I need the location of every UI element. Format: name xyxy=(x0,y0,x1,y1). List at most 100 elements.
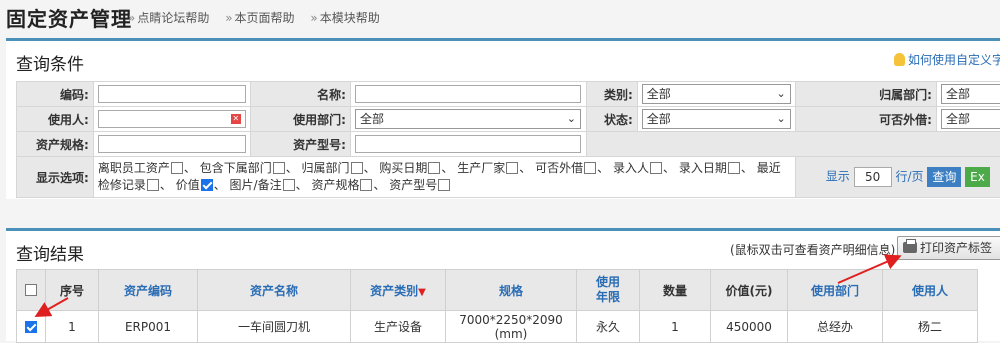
spec-input[interactable] xyxy=(97,135,246,153)
option-4[interactable]: 生产厂家、 xyxy=(457,161,531,175)
user-input[interactable]: ✕ xyxy=(97,110,246,128)
option-checkbox[interactable] xyxy=(428,162,441,174)
name-label: 名称: xyxy=(249,81,351,107)
query-panel-title: 查询条件 xyxy=(16,55,84,75)
export-button[interactable]: Ex xyxy=(965,167,990,187)
name-input[interactable] xyxy=(354,85,581,103)
option-10[interactable]: 图片/备注、 xyxy=(230,178,308,192)
lightbulb-icon xyxy=(894,53,905,66)
option-9[interactable]: 价值、 xyxy=(176,178,226,192)
cell-category: 生产设备 xyxy=(350,310,446,343)
code-input[interactable] xyxy=(97,85,246,103)
option-7[interactable]: 录入日期、 xyxy=(679,161,753,175)
page-size-input[interactable]: 50 xyxy=(853,167,892,187)
option-checkbox[interactable] xyxy=(650,162,662,174)
col-years[interactable]: 使用年限 xyxy=(576,269,640,311)
spec-label: 资产规格: xyxy=(16,131,94,157)
dept-select[interactable]: 全部 xyxy=(940,84,1000,104)
option-3[interactable]: 购买日期、 xyxy=(379,161,453,175)
cell-code[interactable]: ERP001 xyxy=(98,310,198,343)
display-options: 离职员工资产、 包含下属部门、 归属部门、 购买日期、 生产厂家、 可否外借、 … xyxy=(92,156,796,198)
dept-label: 归属部门: xyxy=(794,81,937,107)
col-index: 序号 xyxy=(45,269,99,311)
user-label: 使用人: xyxy=(16,106,94,132)
table-row[interactable]: 1 ERP001 一车间圆刀机 生产设备 7000*2250*2090 (mm)… xyxy=(16,310,978,343)
col-name[interactable]: 资产名称 xyxy=(197,269,351,311)
cell-user: 杨二 xyxy=(882,310,978,343)
col-spec[interactable]: 规格 xyxy=(445,269,577,311)
options-label: 显示选项: xyxy=(16,156,94,198)
cell-index: 1 xyxy=(45,310,99,343)
option-0[interactable]: 离职员工资产、 xyxy=(98,161,196,175)
results-table: 序号 资产编码 资产名称 资产类别▼ 规格 使用年限 数量 价值(元) 使用部门… xyxy=(16,269,978,343)
chevron-down-icon: ⌄ xyxy=(566,112,576,125)
use-dept-select[interactable]: 全部 ⌄ xyxy=(354,109,581,129)
cell-spec: 7000*2250*2090 (mm) xyxy=(445,310,577,343)
search-button[interactable]: 查询 xyxy=(927,167,962,187)
cell-dept: 总经办 xyxy=(787,310,883,343)
breadcrumb: » 点睛论坛帮助 » 本页面帮助 » 本模块帮助 xyxy=(128,9,392,26)
select-all-checkbox[interactable] xyxy=(25,284,37,296)
cell-name: 一车间圆刀机 xyxy=(197,310,351,343)
option-checkbox[interactable] xyxy=(360,179,373,191)
breadcrumb-forum-help[interactable]: » 点睛论坛帮助 xyxy=(128,11,215,25)
option-checkbox[interactable] xyxy=(506,162,519,174)
cell-value: 450000 xyxy=(710,310,788,343)
option-checkbox[interactable] xyxy=(170,162,183,174)
table-header: 序号 资产编码 资产名称 资产类别▼ 规格 使用年限 数量 价值(元) 使用部门… xyxy=(16,269,978,311)
sort-down-icon: ▼ xyxy=(418,286,426,298)
print-label-button[interactable]: 打印资产标签 xyxy=(897,236,1000,260)
query-form: 编码: 名称: 类别: 全部 ⌄ 归属部门: 全部 使用人: ✕ 使用部门: 全部… xyxy=(16,81,1000,198)
option-checkbox[interactable] xyxy=(146,179,159,191)
option-1[interactable]: 包含下属部门、 xyxy=(200,161,298,175)
query-panel: 查询条件 如何使用自定义字 编码: 名称: 类别: 全部 ⌄ 归属部门: 全部 使… xyxy=(6,38,1000,199)
chevron-down-icon: ⌄ xyxy=(776,87,786,100)
category-select[interactable]: 全部 ⌄ xyxy=(641,84,791,104)
lendable-label: 可否外借: xyxy=(794,106,937,132)
option-12[interactable]: 资产型号 xyxy=(389,178,451,192)
row-select xyxy=(16,310,46,343)
custom-help-link[interactable]: 如何使用自定义字 xyxy=(894,51,1000,68)
option-checkbox-checked[interactable] xyxy=(200,179,213,191)
option-checkbox[interactable] xyxy=(282,179,295,191)
option-checkbox[interactable] xyxy=(350,162,363,174)
col-user[interactable]: 使用人 xyxy=(882,269,978,311)
col-qty: 数量 xyxy=(639,269,711,311)
page-title: 固定资产管理 xyxy=(6,7,132,31)
breadcrumb-module-help[interactable]: » 本模块帮助 xyxy=(310,11,385,25)
printer-icon xyxy=(903,239,917,253)
page-size-suffix: 行/页 xyxy=(895,169,924,184)
title-bar: 固定资产管理 » 点睛论坛帮助 » 本页面帮助 » 本模块帮助 xyxy=(0,0,1000,34)
paging-controls: 显示 50 行/页 查询 Ex xyxy=(794,156,1000,198)
option-5[interactable]: 可否外借、 xyxy=(535,161,609,175)
option-2[interactable]: 归属部门、 xyxy=(302,161,376,175)
row-checkbox-checked[interactable] xyxy=(25,320,37,333)
option-checkbox[interactable] xyxy=(584,162,597,174)
results-panel-title: 查询结果 xyxy=(16,245,84,265)
status-select[interactable]: 全部 ⌄ xyxy=(641,109,791,129)
col-code[interactable]: 资产编码 xyxy=(98,269,198,311)
empty-cell xyxy=(585,131,1000,157)
chevron-down-icon: ⌄ xyxy=(776,112,786,125)
model-label: 资产型号: xyxy=(249,131,351,157)
page-size-prefix: 显示 xyxy=(825,169,850,184)
results-note: (鼠标双击可查看资产明细信息) xyxy=(730,243,896,257)
lendable-select[interactable]: 全部 xyxy=(940,109,1000,129)
breadcrumb-page-help[interactable]: » 本页面帮助 xyxy=(225,11,300,25)
clear-icon[interactable]: ✕ xyxy=(230,114,241,124)
option-6[interactable]: 录入人、 xyxy=(613,161,675,175)
option-checkbox[interactable] xyxy=(438,179,451,191)
cell-years: 永久 xyxy=(576,310,640,343)
status-label: 状态: xyxy=(585,106,638,132)
option-checkbox[interactable] xyxy=(727,162,740,174)
select-all-header xyxy=(16,269,46,311)
option-11[interactable]: 资产规格、 xyxy=(311,178,385,192)
cell-qty: 1 xyxy=(639,310,711,343)
code-label: 编码: xyxy=(16,81,94,107)
col-dept[interactable]: 使用部门 xyxy=(787,269,883,311)
category-label: 类别: xyxy=(585,81,638,107)
option-checkbox[interactable] xyxy=(272,162,285,174)
use-dept-label: 使用部门: xyxy=(249,106,351,132)
col-category[interactable]: 资产类别▼ xyxy=(350,269,446,311)
model-input[interactable] xyxy=(354,135,581,153)
